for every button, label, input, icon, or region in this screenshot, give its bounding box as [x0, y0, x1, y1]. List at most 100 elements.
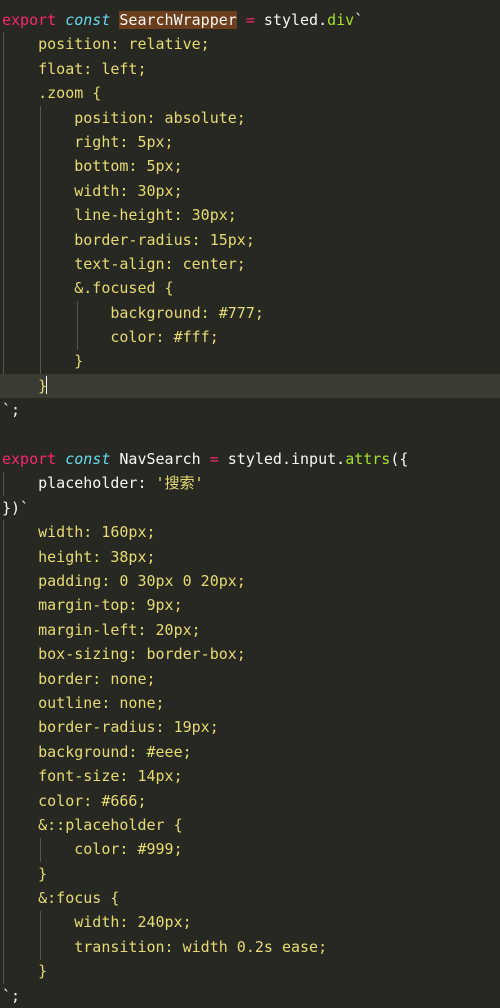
code-line[interactable]: &:focus { [0, 886, 500, 910]
code-token: color: #666; [38, 791, 147, 810]
code-token: width: 240px; [74, 913, 192, 932]
code-line[interactable]: color: #666; [0, 789, 500, 813]
code-token: background: #eee; [38, 742, 192, 761]
code-content[interactable]: export const SearchWrapper = styled.div`… [0, 8, 500, 1008]
code-token: `; [2, 401, 21, 420]
code-line[interactable]: } [0, 959, 500, 983]
code-line[interactable]: height: 38px; [0, 545, 500, 569]
code-line[interactable]: color: #fff; [0, 325, 500, 349]
code-line[interactable]: float: left; [0, 57, 500, 81]
code-editor[interactable]: export const SearchWrapper = styled.div`… [0, 0, 500, 1005]
code-token: transition: width 0.2s ease; [74, 937, 328, 956]
code-line[interactable]: bottom: 5px; [0, 154, 500, 178]
code-token: export [2, 11, 57, 29]
code-line[interactable]: .zoom { [0, 81, 500, 105]
code-line[interactable]: `; [0, 398, 500, 422]
code-line[interactable]: export const NavSearch = styled.input.at… [0, 447, 500, 471]
code-token: export [2, 450, 57, 469]
code-token: border: none; [38, 669, 156, 688]
code-line[interactable]: placeholder: '搜索' [0, 471, 500, 495]
code-token: border-radius: 19px; [38, 718, 219, 737]
code-line[interactable]: } [0, 862, 500, 886]
code-line[interactable]: width: 160px; [0, 520, 500, 544]
code-token: } [74, 352, 84, 371]
code-line[interactable]: line-height: 30px; [0, 203, 500, 227]
code-token: placeholder: [38, 474, 156, 493]
code-line[interactable]: box-sizing: border-box; [0, 642, 500, 666]
code-token: position: absolute; [74, 108, 246, 127]
code-line[interactable]: background: #777; [0, 301, 500, 325]
code-token: div [327, 11, 355, 29]
code-line[interactable]: margin-top: 9px; [0, 593, 500, 617]
code-line[interactable]: } [0, 373, 500, 399]
code-line[interactable]: background: #eee; [0, 740, 500, 764]
code-token: color: #fff; [110, 328, 219, 347]
code-line[interactable]: right: 5px; [0, 130, 500, 154]
code-line[interactable]: text-align: center; [0, 252, 500, 276]
code-line[interactable] [0, 423, 500, 447]
code-token: NavSearch [119, 450, 201, 469]
code-token: outline: none; [38, 693, 165, 712]
code-token: } [38, 962, 48, 981]
selected-token: SearchWrapper [119, 11, 237, 29]
code-line[interactable]: outline: none; [0, 691, 500, 715]
code-line[interactable]: border-radius: 19px; [0, 715, 500, 739]
code-line[interactable]: margin-left: 20px; [0, 618, 500, 642]
code-token: const [65, 450, 111, 469]
code-line[interactable]: border: none; [0, 667, 500, 691]
code-token: ` [354, 11, 364, 29]
code-token: &.focused { [74, 279, 174, 298]
code-token: })` [2, 498, 30, 517]
code-token: = [245, 11, 255, 29]
code-token: = [209, 450, 219, 469]
code-line[interactable]: position: absolute; [0, 106, 500, 130]
code-line[interactable]: position: relative; [0, 32, 500, 56]
code-line[interactable]: padding: 0 30px 0 20px; [0, 569, 500, 593]
code-line[interactable]: `; [0, 984, 500, 1008]
code-token: .zoom { [38, 84, 102, 103]
code-line[interactable]: width: 240px; [0, 910, 500, 934]
code-token: styled. [263, 11, 328, 29]
code-line[interactable]: font-size: 14px; [0, 764, 500, 788]
code-token: bottom: 5px; [74, 157, 183, 176]
code-token: box-sizing: border-box; [38, 645, 246, 664]
text-cursor [46, 375, 48, 394]
code-token: margin-top: 9px; [38, 596, 183, 615]
code-line[interactable]: })` [0, 496, 500, 520]
code-line[interactable]: &::placeholder { [0, 813, 500, 837]
code-line[interactable]: border-radius: 15px; [0, 228, 500, 252]
code-line[interactable]: transition: width 0.2s ease; [0, 935, 500, 959]
code-token: position: relative; [38, 35, 210, 54]
code-line[interactable]: color: #999; [0, 837, 500, 861]
code-line[interactable]: } [0, 349, 500, 373]
code-line[interactable]: &.focused { [0, 276, 500, 300]
code-token: '搜索' [155, 474, 204, 493]
code-line[interactable]: width: 30px; [0, 179, 500, 203]
code-line[interactable]: export const SearchWrapper = styled.div` [0, 8, 500, 32]
